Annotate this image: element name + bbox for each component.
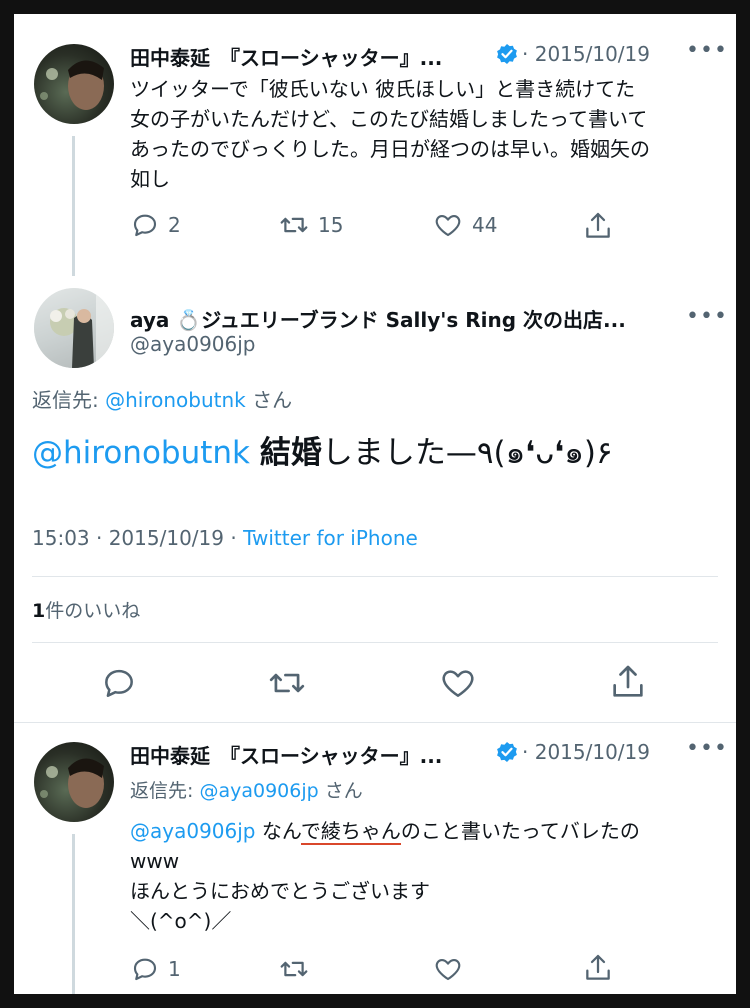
divider bbox=[14, 722, 736, 723]
tweet-text-line: あったのでびっくりした。月日が経つのは早い。婚姻矢の bbox=[130, 137, 650, 161]
tweet-text: @aya0906jp なんで綾ちゃんのこと書いたってバレたの www ほんとうに… bbox=[130, 816, 730, 936]
reply-to-line: 返信先: @hironobutnk さん bbox=[32, 384, 292, 413]
avatar[interactable] bbox=[34, 288, 114, 368]
heart-icon bbox=[435, 214, 461, 237]
reply-count: 1 bbox=[168, 957, 181, 981]
retweet-icon[interactable] bbox=[266, 664, 308, 702]
likes-label: 件のいいね bbox=[45, 600, 141, 622]
underlined-text: で綾ちゃん bbox=[300, 819, 401, 845]
tweet-text-line: 女の子がいたんだけど、このたび結婚しましたって書いて bbox=[130, 107, 648, 131]
tweet-text-line: 如し bbox=[130, 167, 170, 191]
reply-button[interactable]: 1 bbox=[130, 954, 181, 984]
author-handle[interactable]: @aya0906jp bbox=[130, 332, 256, 356]
tweet-text-line: ＼(^o^)／ bbox=[130, 909, 232, 933]
reply-to-line: 返信先: @aya0906jp さん bbox=[130, 776, 363, 803]
author-name[interactable]: 田中泰延 『スローシャッター』... bbox=[130, 740, 442, 769]
tweet-text: ツイッターで「彼氏いない 彼氏ほしい」と書き続けてた 女の子がいたんだけど、この… bbox=[130, 74, 720, 194]
reply-to-link[interactable]: @hironobutnk bbox=[105, 388, 246, 412]
heart-icon[interactable] bbox=[438, 664, 478, 702]
author-name[interactable]: aya 💍ジュエリーブランド Sally's Ring 次の出店... bbox=[130, 304, 626, 333]
verified-badge-icon bbox=[497, 742, 517, 762]
avatar-image bbox=[40, 60, 104, 110]
share-icon[interactable] bbox=[608, 662, 648, 702]
reply-count: 2 bbox=[168, 213, 181, 237]
retweet-button[interactable]: 15 bbox=[278, 210, 343, 240]
retweet-count: 15 bbox=[318, 213, 344, 237]
reply-icon bbox=[133, 958, 157, 981]
tweet-text-line: www bbox=[130, 849, 180, 873]
divider bbox=[32, 576, 718, 577]
heart-icon[interactable] bbox=[432, 954, 464, 984]
tweet-text: @hironobutnk 結婚しました—٩(๑❛ᴗ❛๑)۶ bbox=[32, 432, 613, 474]
mention-link[interactable]: @aya0906jp bbox=[130, 819, 256, 843]
avatar-image bbox=[40, 758, 104, 808]
reply-icon bbox=[133, 214, 157, 237]
share-icon[interactable] bbox=[582, 210, 614, 242]
divider bbox=[32, 642, 718, 643]
thread-line bbox=[72, 136, 75, 276]
tweet-text-part: のこと書いたってバレたの bbox=[400, 819, 640, 843]
author-name[interactable]: 田中泰延 『スローシャッター』... bbox=[130, 42, 442, 71]
timestamp-text[interactable]: 15:03 · 2015/10/19 · bbox=[32, 526, 243, 550]
like-button[interactable]: 44 bbox=[432, 210, 497, 240]
reply-button[interactable]: 2 bbox=[130, 210, 181, 240]
tweet-timestamp: 15:03 · 2015/10/19 · Twitter for iPhone bbox=[32, 526, 418, 550]
tweet-date[interactable]: · 2015/10/19 bbox=[522, 740, 650, 764]
more-options-icon[interactable]: ••• bbox=[686, 38, 728, 63]
avatar-image bbox=[34, 288, 114, 368]
tweet-text-line: @aya0906jp なんで綾ちゃんのこと書いたってバレたの bbox=[130, 816, 730, 846]
more-options-icon[interactable]: ••• bbox=[686, 304, 728, 329]
tweet-text-bold: 結婚 bbox=[259, 435, 322, 471]
avatar[interactable] bbox=[34, 742, 114, 822]
reply-to-suffix: さん bbox=[245, 388, 293, 412]
avatar[interactable] bbox=[34, 44, 114, 124]
reply-to-label: 返信先: bbox=[130, 780, 200, 802]
reply-to-label: 返信先: bbox=[32, 388, 106, 412]
verified-badge-icon bbox=[497, 44, 517, 64]
tweet-thread: 田中泰延 『スローシャッター』... · 2015/10/19 ••• ツイッタ… bbox=[14, 14, 736, 994]
tweet-date[interactable]: · 2015/10/19 bbox=[522, 42, 650, 66]
retweet-icon[interactable] bbox=[278, 954, 310, 984]
share-icon[interactable] bbox=[582, 952, 614, 984]
reply-to-link[interactable]: @aya0906jp bbox=[199, 780, 318, 802]
likes-count: 1 bbox=[32, 600, 46, 622]
reply-icon[interactable] bbox=[100, 664, 138, 702]
retweet-icon bbox=[280, 217, 308, 233]
more-options-icon[interactable]: ••• bbox=[686, 736, 728, 761]
mention-link[interactable]: @hironobutnk bbox=[32, 435, 250, 471]
like-count: 44 bbox=[472, 213, 498, 237]
likes-summary[interactable]: 1件のいいね bbox=[32, 596, 140, 623]
tweet-text-rest: しました—٩(๑❛ᴗ❛๑)۶ bbox=[321, 435, 613, 471]
tweet-text-line: ツイッターで「彼氏いない 彼氏ほしい」と書き続けてた bbox=[130, 77, 636, 101]
tweet-text-part: なん bbox=[255, 819, 301, 843]
thread-line bbox=[72, 834, 75, 994]
source-link[interactable]: Twitter for iPhone bbox=[243, 526, 418, 550]
reply-to-suffix: さん bbox=[318, 780, 363, 802]
tweet-text-line: ほんとうにおめでとうございます bbox=[130, 879, 430, 903]
